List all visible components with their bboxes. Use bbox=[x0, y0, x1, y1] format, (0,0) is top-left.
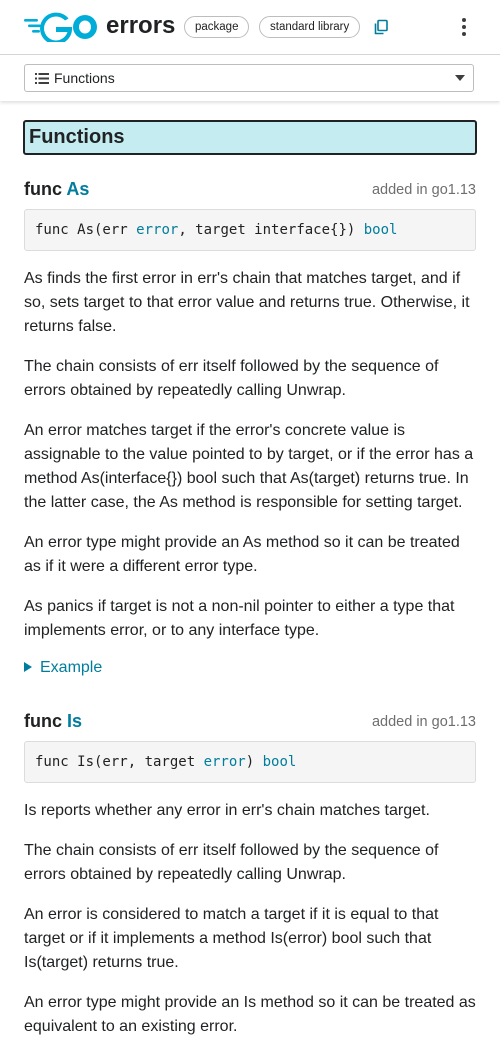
dropdown-arrow-icon bbox=[455, 75, 465, 81]
copy-icon[interactable] bbox=[373, 19, 389, 35]
signature-text: ) bbox=[245, 754, 263, 770]
signature-text: , target interface{}) bbox=[178, 222, 364, 238]
jump-to-label: Functions bbox=[54, 70, 115, 86]
bool-type-link[interactable]: bool bbox=[263, 754, 297, 770]
package-chip: package bbox=[184, 16, 250, 38]
func-is-heading: func Is bbox=[24, 709, 82, 733]
func-is-signature: func Is(err, target error) bool bbox=[24, 741, 476, 783]
package-title: errors bbox=[106, 12, 176, 39]
go-logo[interactable] bbox=[24, 12, 98, 42]
func-as-description: As finds the first error in err's chain … bbox=[24, 270, 470, 335]
signature-text: func Is(err, target bbox=[35, 754, 204, 770]
func-as-link[interactable]: As bbox=[66, 179, 89, 199]
func-as-panic-note: As panics if target is not a non-nil poi… bbox=[24, 598, 455, 639]
signature-text: func As(err bbox=[35, 222, 137, 238]
func-is-chain-note: The chain consists of err itself followe… bbox=[24, 842, 439, 883]
example-label: Example bbox=[40, 659, 103, 676]
func-is-description: Is reports whether any error in err's ch… bbox=[24, 802, 430, 819]
error-type-link[interactable]: error bbox=[204, 754, 246, 770]
func-as-match-rules: An error matches target if the error's c… bbox=[24, 422, 474, 511]
func-is-added-in: added in go1.13 bbox=[371, 714, 476, 730]
jump-to-select[interactable]: Functions bbox=[24, 64, 474, 92]
example-toggle[interactable]: Example bbox=[24, 657, 102, 679]
disclosure-triangle-icon bbox=[24, 662, 32, 672]
kebab-menu-icon[interactable] bbox=[456, 17, 472, 37]
error-type-link[interactable]: error bbox=[136, 222, 178, 238]
func-as-type-note: An error type might provide an As method… bbox=[24, 534, 460, 575]
func-as-chain-note: The chain consists of err itself followe… bbox=[24, 358, 439, 399]
standard-library-chip: standard library bbox=[259, 16, 361, 38]
functions-section-heading: Functions bbox=[23, 120, 477, 155]
func-as-signature: func As(err error, target interface{}) b… bbox=[24, 209, 476, 251]
func-is-link[interactable]: Is bbox=[67, 711, 82, 731]
func-keyword: func bbox=[24, 711, 62, 731]
func-is-type-note: An error type might provide an Is method… bbox=[24, 994, 476, 1035]
bool-type-link[interactable]: bool bbox=[364, 222, 398, 238]
jump-to-bar: Functions bbox=[0, 55, 500, 101]
func-as-added-in: added in go1.13 bbox=[371, 182, 476, 198]
func-is-match-rules: An error is considered to match a target… bbox=[24, 906, 439, 971]
func-as-heading: func As bbox=[24, 177, 89, 201]
site-header: errors package standard library bbox=[0, 0, 500, 55]
func-keyword: func bbox=[24, 179, 62, 199]
list-icon bbox=[35, 73, 49, 84]
